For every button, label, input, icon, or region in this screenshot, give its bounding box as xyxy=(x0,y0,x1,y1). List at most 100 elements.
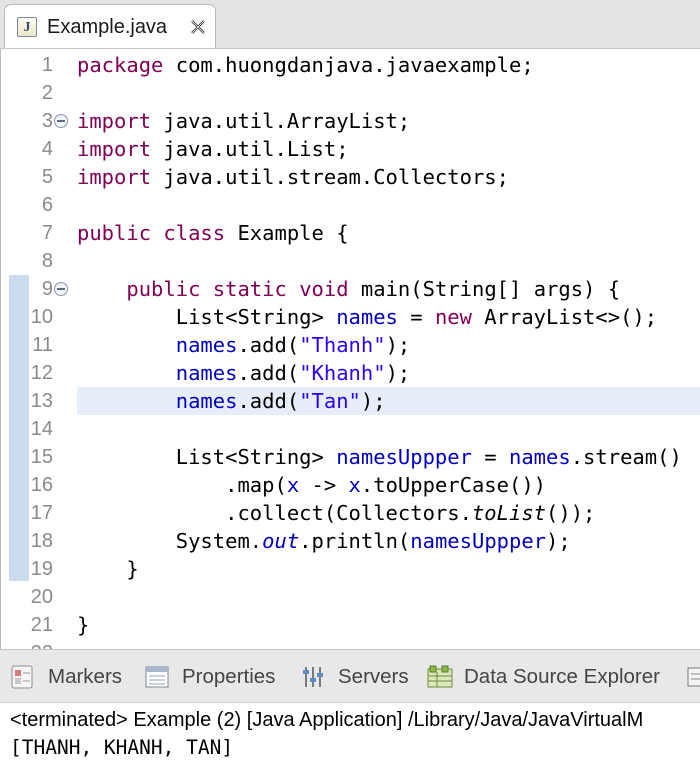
code-token: out xyxy=(262,529,300,553)
code-line[interactable]: 2 xyxy=(1,79,700,107)
line-number: 8 xyxy=(41,250,53,272)
code-token: List<String> xyxy=(77,445,337,469)
code-line[interactable]: 11 names.add("Thanh"); xyxy=(1,331,700,359)
code-token: System. xyxy=(77,529,263,553)
code-text: .map(x -> x.toUpperCase()) xyxy=(77,471,546,499)
line-number: 12 xyxy=(30,362,53,384)
code-line[interactable]: 6 xyxy=(1,191,700,219)
line-number: 18 xyxy=(30,530,53,552)
code-text: import java.util.List; xyxy=(77,135,349,163)
code-text: names.add("Thanh"); xyxy=(77,331,411,359)
code-token: names xyxy=(336,305,398,329)
code-token: names xyxy=(175,361,238,385)
code-token: .toUpperCase()) xyxy=(360,473,547,497)
tab-servers-label: Servers xyxy=(338,665,409,688)
code-token: import xyxy=(77,109,152,133)
code-token: names xyxy=(508,445,571,469)
code-token: x xyxy=(348,473,361,497)
code-token: public xyxy=(126,277,201,301)
code-token: "Khanh" xyxy=(299,361,386,385)
code-line-current[interactable]: 13 names.add("Tan"); xyxy=(31,387,700,415)
code-token: class xyxy=(163,221,226,245)
console-output: [THANH, KHANH, TAN] xyxy=(10,736,234,759)
code-text: } xyxy=(77,611,89,639)
code-line[interactable]: 17 .collect(Collectors.toList()); xyxy=(1,499,700,527)
code-line[interactable]: 3 import java.util.ArrayList; xyxy=(1,107,700,135)
tab-markers-label: Markers xyxy=(48,665,123,688)
line-number: 6 xyxy=(41,194,53,216)
editor-tab-bar: J Example.java xyxy=(0,0,700,49)
line-number: 19 xyxy=(30,558,53,580)
line-number: 21 xyxy=(30,614,53,636)
code-token: ); xyxy=(385,361,411,385)
code-token: } xyxy=(77,557,139,581)
line-number: 11 xyxy=(32,334,53,356)
code-text: List<String> namesUppper = names.stream(… xyxy=(77,443,682,471)
code-line[interactable]: 14 xyxy=(1,415,700,443)
line-number: 4 xyxy=(41,138,53,160)
code-line[interactable]: 22 xyxy=(1,639,700,649)
close-icon[interactable] xyxy=(187,16,209,38)
line-number: 15 xyxy=(30,446,53,468)
code-line[interactable]: 4 import java.util.List; xyxy=(1,135,700,163)
code-token: .map( xyxy=(77,473,287,497)
snippets-icon xyxy=(687,667,700,687)
code-line[interactable]: 9 public static void main(String[] args)… xyxy=(1,275,700,303)
code-token: void xyxy=(299,277,349,301)
code-line[interactable]: 16 .map(x -> x.toUpperCase()) xyxy=(1,471,700,499)
fold-collapse-icon[interactable] xyxy=(54,114,68,128)
code-text: import java.util.stream.Collectors; xyxy=(77,163,509,191)
code-token: public xyxy=(77,221,152,245)
tab-data-source-explorer-label: Data Source Explorer xyxy=(464,665,660,688)
code-line[interactable]: 15 List<String> namesUppper = names.stre… xyxy=(1,443,700,471)
code-line[interactable]: 1 package com.huongdanjava.javaexample; xyxy=(1,51,700,79)
properties-icon xyxy=(145,666,169,688)
code-editor[interactable]: 1 package com.huongdanjava.javaexample; 2 3… xyxy=(0,49,700,649)
servers-icon xyxy=(303,667,323,687)
code-token: .collect(Collectors. xyxy=(77,501,472,525)
code-line[interactable]: 12 names.add("Khanh"); xyxy=(1,359,700,387)
code-token: "Tan" xyxy=(299,389,361,413)
code-line[interactable]: 7 public class Example { xyxy=(1,219,700,247)
code-token: names xyxy=(175,389,238,413)
code-line[interactable]: 20 xyxy=(1,583,700,611)
data-source-explorer-icon xyxy=(427,665,453,688)
code-text: package com.huongdanjava.javaexample; xyxy=(77,51,534,79)
code-text: names.add("Tan"); xyxy=(77,387,386,415)
markers-icon xyxy=(11,665,33,689)
code-token: java.util.stream.Collectors; xyxy=(151,165,509,189)
code-text: List<String> names = new ArrayList<>(); xyxy=(77,303,657,331)
code-line[interactable]: 19 } xyxy=(1,555,700,583)
line-number: 10 xyxy=(30,306,53,328)
editor-tab-example-java[interactable]: J Example.java xyxy=(4,4,216,48)
code-line[interactable]: 10 List<String> names = new ArrayList<>(… xyxy=(1,303,700,331)
code-line[interactable]: 5 import java.util.stream.Collectors; xyxy=(1,163,700,191)
code-token: .add( xyxy=(237,361,300,385)
code-line[interactable]: 18 System.out.println(namesUppper); xyxy=(1,527,700,555)
code-token: "Thanh" xyxy=(299,333,386,357)
code-token: -> xyxy=(299,473,349,497)
code-text: import java.util.ArrayList; xyxy=(77,107,410,135)
fold-collapse-icon[interactable] xyxy=(54,282,68,296)
line-number: 7 xyxy=(41,222,53,244)
code-text: System.out.println(namesUppper); xyxy=(77,527,571,555)
code-token: import xyxy=(77,137,152,161)
code-line[interactable]: 21} xyxy=(1,611,700,639)
code-token: } xyxy=(77,613,90,637)
code-token: .add( xyxy=(237,333,300,357)
code-line[interactable]: 8 xyxy=(1,247,700,275)
line-number: 20 xyxy=(30,586,53,608)
line-number: 13 xyxy=(30,390,53,412)
code-text: public class Example { xyxy=(77,219,349,247)
code-token: .add( xyxy=(237,389,300,413)
console-view[interactable]: <terminated> Example (2) [Java Applicati… xyxy=(0,703,700,780)
code-token: com.huongdanjava.javaexample; xyxy=(163,53,534,77)
code-token: ArrayList<>(); xyxy=(471,305,658,329)
line-number: 5 xyxy=(41,166,53,188)
code-token: new xyxy=(434,305,472,329)
